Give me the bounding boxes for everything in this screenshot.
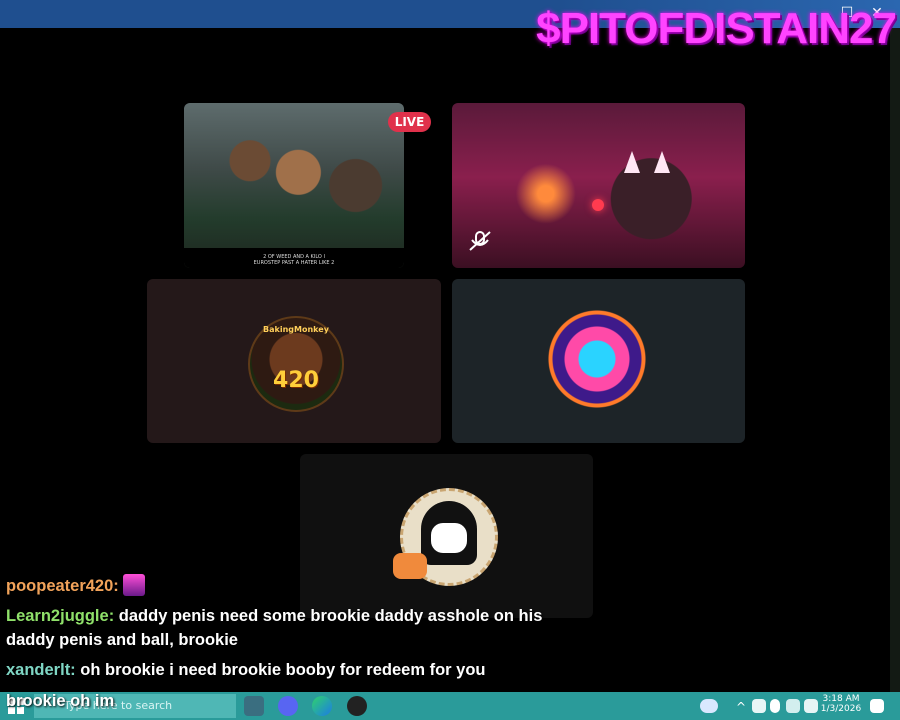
microphone-icon[interactable] <box>770 699 780 713</box>
live-badge: LIVE <box>388 112 431 132</box>
avatar-top-text: BakingMonkey <box>263 325 329 334</box>
obs-icon[interactable] <box>347 696 367 716</box>
chat-text: oh brookie i need brookie booby for rede… <box>80 661 486 679</box>
chat-message: poopeater420: <box>6 574 566 598</box>
network-icon[interactable] <box>786 699 800 713</box>
emote-icon <box>123 574 146 596</box>
chat-username: xanderlt: <box>6 661 76 679</box>
video-caption: 2 OF WEED AND A KILO I EUROSTEP PAST A H… <box>184 254 404 266</box>
tray-icon[interactable] <box>752 699 766 713</box>
screenshare-tile[interactable]: 2 OF WEED AND A KILO I EUROSTEP PAST A H… <box>184 103 404 268</box>
taskbar-clock[interactable]: 3:18 AM 1/3/2026 <box>818 694 864 714</box>
video-frame <box>184 103 404 268</box>
taskbar-date: 1/3/2026 <box>820 704 862 714</box>
participant-tile-bakingmonkey[interactable]: BakingMonkey 420 <box>147 279 441 443</box>
avatar <box>393 488 498 586</box>
edge-icon[interactable] <box>312 696 332 716</box>
participant-tile-skull[interactable] <box>452 279 745 443</box>
caption-line-2: EUROSTEP PAST A HATER LIKE 2 <box>253 260 335 266</box>
volume-icon[interactable] <box>804 699 818 713</box>
discord-icon[interactable] <box>278 696 298 716</box>
chat-partial-line: brookie oh im <box>6 692 115 710</box>
weather-icon[interactable] <box>700 699 718 713</box>
right-edge-panel <box>890 28 900 692</box>
channel-name-overlay: $PITOFDISTAIN27 <box>536 4 897 53</box>
tray-chevron-icon[interactable]: ^ <box>736 700 746 714</box>
headset-light <box>592 199 604 211</box>
taskbar: Type here to search ^ 3:18 AM 1/3/2026 <box>0 692 900 720</box>
avatar-face <box>431 523 467 553</box>
webcam-tile[interactable] <box>452 103 745 268</box>
notification-icon[interactable] <box>870 699 884 713</box>
cat-ears-icon <box>624 151 670 173</box>
chat-username: Learn2juggle: <box>6 607 115 625</box>
avatar: BakingMonkey 420 <box>248 316 344 412</box>
chat-username: poopeater420: <box>6 577 119 595</box>
chat-overlay: poopeater420: Learn2juggle: daddy penis … <box>6 574 566 688</box>
chat-message: Learn2juggle: daddy penis need some broo… <box>6 604 566 652</box>
chat-message: xanderlt: oh brookie i need brookie boob… <box>6 658 566 682</box>
muted-mic-icon <box>469 231 491 251</box>
avatar-number: 420 <box>273 368 319 393</box>
taskbar-time: 3:18 AM <box>822 694 860 704</box>
avatar <box>545 307 649 411</box>
task-view-icon[interactable] <box>244 696 264 716</box>
